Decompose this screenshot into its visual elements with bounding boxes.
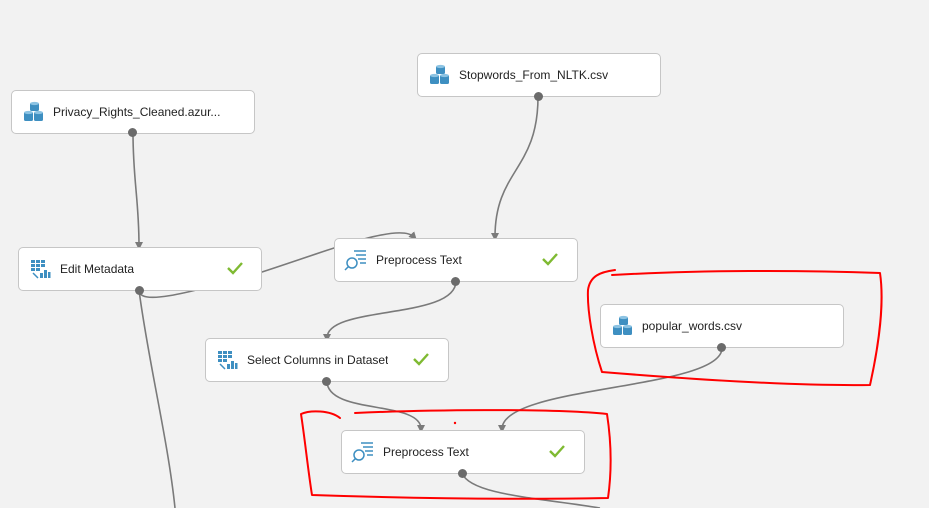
annotation-dot [453,421,457,425]
output-port[interactable] [135,286,144,295]
connector-stopwords-to-preprocess-1[interactable] [491,96,539,241]
module-label: Stopwords_From_NLTK.csv [459,68,609,82]
completed-check-icon [227,262,243,275]
output-port[interactable] [458,469,467,478]
connector-preprocess-2-output[interactable] [461,472,601,508]
connector-select-columns-to-preprocess-2[interactable] [326,380,425,433]
completed-check-icon [542,253,558,266]
dataset-cylinders-icon [610,314,634,338]
completed-check-icon [549,445,565,458]
module-popular-words[interactable]: popular_words.csv [600,304,844,348]
connector-preprocess-1-to-select-columns[interactable] [323,280,457,342]
completed-check-icon [413,353,429,366]
dataset-cylinders-icon [21,100,45,124]
module-select-columns[interactable]: Select Columns in Dataset [205,338,449,382]
output-port[interactable] [534,92,543,101]
connector-popular-words-to-preprocess-2[interactable] [498,347,723,433]
module-label: Preprocess Text [383,445,469,459]
module-label: popular_words.csv [642,319,743,333]
output-port[interactable] [322,377,331,386]
module-label: Preprocess Text [376,253,462,267]
module-stopwords[interactable]: Stopwords_From_NLTK.csv [417,53,661,97]
module-edit-metadata[interactable]: Edit Metadata [18,247,262,291]
edit-metadata-icon [28,257,52,281]
select-columns-icon [215,348,239,372]
preprocess-text-icon [344,248,368,272]
module-preprocess-text-1[interactable]: Preprocess Text [334,238,578,282]
output-port[interactable] [128,128,137,137]
connector-edit-metadata-output[interactable] [138,289,176,508]
experiment-canvas[interactable]: Privacy_Rights_Cleaned.azur... Stopwords… [0,0,929,508]
connector-privacy-to-edit-metadata[interactable] [132,132,143,250]
module-preprocess-text-2[interactable]: Preprocess Text [341,430,585,474]
preprocess-text-icon [351,440,375,464]
output-port[interactable] [451,277,460,286]
module-label: Select Columns in Dataset [247,353,389,367]
module-label: Edit Metadata [60,262,135,276]
output-port[interactable] [717,343,726,352]
dataset-cylinders-icon [427,63,451,87]
module-label: Privacy_Rights_Cleaned.azur... [53,105,221,119]
